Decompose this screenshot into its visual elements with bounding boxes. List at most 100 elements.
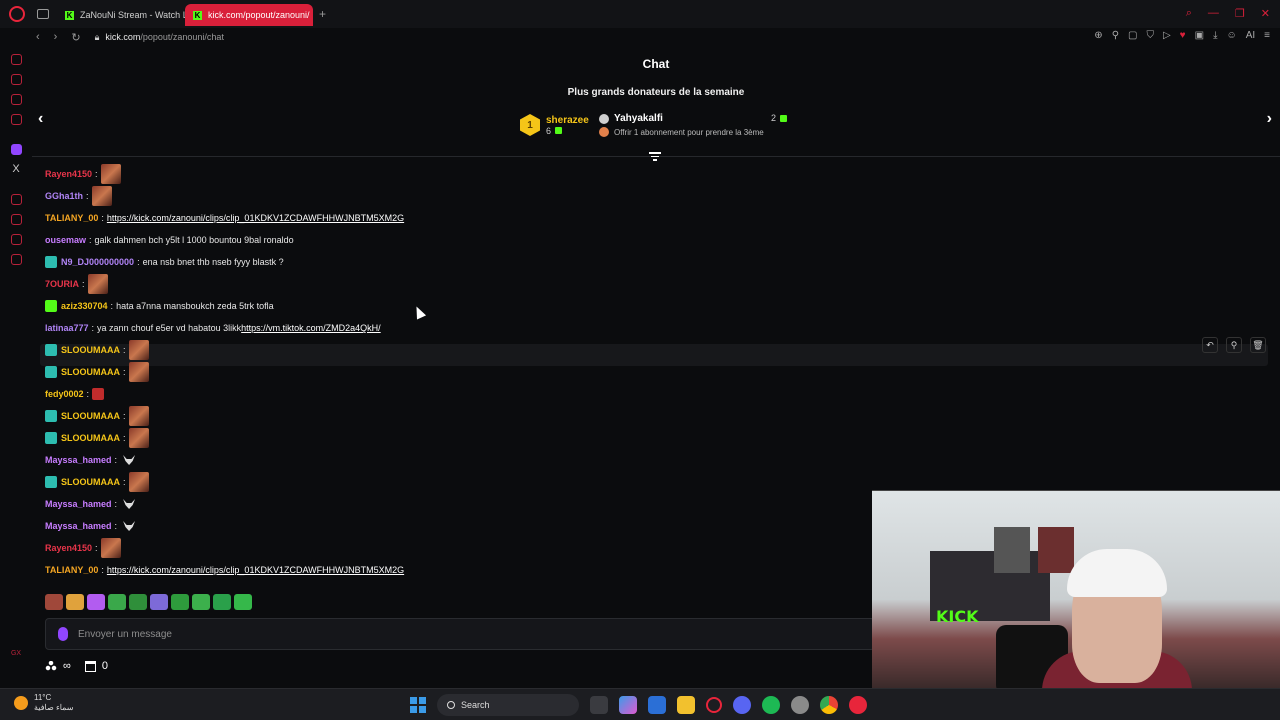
chat-message[interactable]: latinaa777: ya zann chouf e5er vd habatou… <box>45 318 381 338</box>
chat-message[interactable]: ousemaw: galk dahmen bch y5lt l 1000 boun… <box>45 230 294 250</box>
sidebar-messenger-icon[interactable] <box>10 94 22 105</box>
sidebar-x-icon[interactable]: X <box>11 164 22 175</box>
url-field[interactable]: 🔒︎ kick.com/popout/zanouni/chat <box>95 32 224 43</box>
emote-4[interactable] <box>108 594 126 610</box>
heart-icon[interactable]: ♥ <box>1180 30 1186 41</box>
chat-username[interactable]: TALIANY_00 <box>45 213 98 223</box>
sidebar-heart-icon[interactable] <box>10 234 22 245</box>
opera-logo-icon[interactable] <box>9 6 25 22</box>
emote-8[interactable] <box>192 594 210 610</box>
zoom-icon[interactable]: ⊕ <box>1094 30 1102 41</box>
pin-message-icon[interactable]: ⚲ <box>1226 337 1242 353</box>
chat-username[interactable]: Rayen4150 <box>45 543 92 553</box>
chat-username[interactable]: GGha1th <box>45 191 83 201</box>
top-donor-2[interactable]: Yahyakalfi Offrir 1 abonnement pour pren… <box>599 113 788 137</box>
emote-3[interactable] <box>87 594 105 610</box>
task-view-icon[interactable] <box>590 696 608 714</box>
chat-emote[interactable] <box>128 340 149 360</box>
new-tab-button[interactable]: + <box>319 7 326 21</box>
chat-username[interactable]: TALIANY_00 <box>45 565 98 575</box>
back-button[interactable]: ‹ <box>36 31 40 44</box>
chat-message[interactable]: Mayssa_hamed: <box>45 516 138 536</box>
chat-message[interactable]: TALIANY_00: https://kick.com/zanouni/clip… <box>45 208 404 228</box>
chat-message[interactable]: Mayssa_hamed: <box>45 494 138 514</box>
chat-message[interactable]: aziz330704: hata a7nna mansboukch zeda 5t… <box>45 296 274 316</box>
wallet-icon[interactable]: ▣ <box>1195 30 1204 41</box>
discord-icon[interactable] <box>733 696 751 714</box>
chat-link[interactable]: https://vm.tiktok.com/ZMD2a4QkH/ <box>241 323 381 333</box>
chat-message[interactable]: SLOOUMAAA: <box>45 340 149 360</box>
chat-username[interactable]: latinaa777 <box>45 323 89 333</box>
tab-zanouni-stream[interactable]: K ZaNouNi Stream - Watch L <box>57 4 185 26</box>
chat-emote[interactable] <box>100 164 121 184</box>
copilot-icon[interactable] <box>619 696 637 714</box>
weather-widget[interactable]: 11°C سماء صافية <box>14 693 74 713</box>
tab-overview-icon[interactable] <box>37 9 49 19</box>
shield-icon[interactable]: ⛉ <box>1146 30 1154 41</box>
chat-username[interactable]: Mayssa_hamed <box>45 521 112 531</box>
chat-emote[interactable] <box>128 472 149 492</box>
chat-emote[interactable] <box>120 519 138 533</box>
chat-emote[interactable] <box>128 362 149 382</box>
forward-button[interactable]: › <box>54 31 58 44</box>
chat-message[interactable]: SLOOUMAAA: <box>45 428 149 448</box>
reply-icon[interactable]: ↶ <box>1202 337 1218 353</box>
chat-emote[interactable] <box>87 274 108 294</box>
channel-points[interactable]: ∞ <box>45 660 71 672</box>
chat-username[interactable]: SLOOUMAAA <box>61 411 120 421</box>
chat-input[interactable]: Envoyer un message <box>45 618 875 650</box>
search-tabs-icon[interactable]: ⌕ <box>1186 7 1192 20</box>
chat-username[interactable]: SLOOUMAAA <box>61 367 120 377</box>
chat-message[interactable]: 7OURIA: <box>45 274 108 294</box>
filter-icon[interactable] <box>649 152 661 161</box>
sidebar-more-icon[interactable]: GX <box>11 650 21 657</box>
chat-username[interactable]: fedy0002 <box>45 389 84 399</box>
opera-gx-icon[interactable] <box>706 697 722 713</box>
emote-10[interactable] <box>234 594 252 610</box>
chat-link[interactable]: https://kick.com/zanouni/clips/clip_01KD… <box>107 565 404 575</box>
maximize-button[interactable]: ❐ <box>1235 7 1245 20</box>
chat-link[interactable]: https://kick.com/zanouni/clips/clip_01KD… <box>107 213 404 223</box>
emote-7[interactable] <box>171 594 189 610</box>
taskbar-search[interactable]: Search <box>437 694 579 716</box>
chat-emote[interactable] <box>91 186 112 206</box>
top-donor-1[interactable]: 1 sherazee 6 <box>520 114 589 136</box>
chat-message[interactable]: Rayen4150: <box>45 164 121 184</box>
chat-message[interactable]: Rayen4150: <box>45 538 121 558</box>
settings-icon[interactable] <box>791 696 809 714</box>
reload-button[interactable]: ↻ <box>71 31 80 44</box>
chat-emote[interactable] <box>120 453 138 467</box>
chat-message[interactable]: SLOOUMAAA: <box>45 406 149 426</box>
play-icon[interactable]: ▷ <box>1163 30 1171 41</box>
sidebar-news-icon[interactable] <box>10 114 22 125</box>
chat-username[interactable]: aziz330704 <box>61 301 108 311</box>
spotify-icon[interactable] <box>762 696 780 714</box>
emote-9[interactable] <box>213 594 231 610</box>
chat-username[interactable]: SLOOUMAAA <box>61 477 120 487</box>
chat-username[interactable]: SLOOUMAAA <box>61 345 120 355</box>
emote-1[interactable] <box>45 594 63 610</box>
sidebar-player-icon[interactable] <box>10 194 22 205</box>
chrome-icon[interactable] <box>820 696 838 714</box>
opera-icon[interactable] <box>849 696 867 714</box>
sidebar-bag-icon[interactable] <box>10 74 22 85</box>
download-icon[interactable]: ⤓ <box>1213 30 1217 41</box>
chat-username[interactable]: Mayssa_hamed <box>45 499 112 509</box>
close-button[interactable]: ✕ <box>1261 7 1270 20</box>
chat-username[interactable]: N9_DJ000000000 <box>61 257 134 267</box>
store-app-icon[interactable] <box>648 696 666 714</box>
snapshot-icon[interactable]: ▢ <box>1128 30 1137 41</box>
chat-username[interactable]: ousemaw <box>45 235 86 245</box>
sidebar-clock-icon[interactable] <box>10 214 22 225</box>
store-button[interactable]: 0 <box>84 660 108 672</box>
chat-message[interactable]: fedy0002: <box>45 384 105 404</box>
menu-icon[interactable]: ≡ <box>1264 30 1270 41</box>
windows-start-icon[interactable] <box>410 697 426 713</box>
chat-emote[interactable] <box>120 497 138 511</box>
chat-emote[interactable] <box>128 428 149 448</box>
tab-kick-popout[interactable]: K kick.com/popout/zanouni/ <box>185 4 313 26</box>
chat-message[interactable]: Mayssa_hamed: <box>45 450 138 470</box>
chevron-left-icon[interactable]: ‹ <box>38 110 43 128</box>
chat-message[interactable]: TALIANY_00: https://kick.com/zanouni/clip… <box>45 560 404 580</box>
minimize-button[interactable]: — <box>1208 7 1219 20</box>
